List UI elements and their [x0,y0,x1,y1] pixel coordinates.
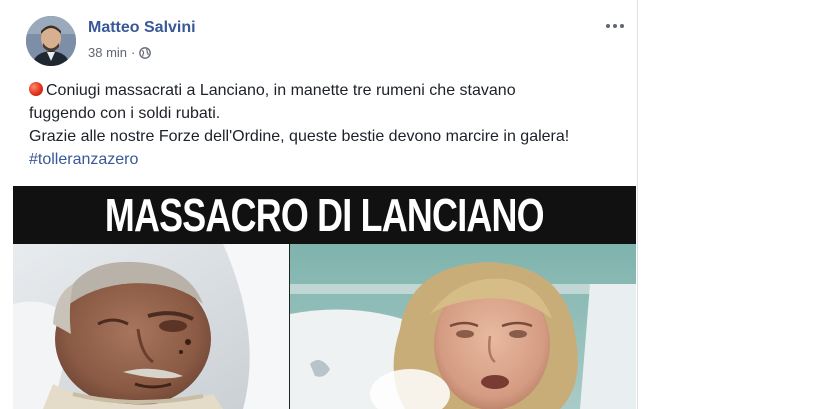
post-meta: 38 min · [88,45,152,60]
post-text-line: Coniugi massacrati a Lanciano, in manett… [29,79,629,102]
post-header: Matteo Salvini 38 min · [23,16,624,66]
photo-injured-woman [290,244,636,409]
post-text-line: fuggendo con i soldi rubati. [29,105,221,122]
author-name[interactable]: Matteo Salvini [88,19,196,37]
banner-title: MASSACRO DI LANCIANO [105,189,545,241]
hashtag-link: #tolleranzazero [29,151,139,168]
right-empty-pane [638,0,831,409]
meta-separator: · [131,45,136,60]
post-text-line: Grazie alle nostre Forze dell'Ordine, qu… [29,128,570,145]
dot [620,24,624,28]
avatar[interactable] [26,16,76,66]
globe-icon[interactable] [139,46,152,59]
dot [613,24,617,28]
post-text: Coniugi massacrati a Lanciano, in manett… [29,79,629,171]
red-circle-emoji [29,82,43,96]
photo-injured-man [13,244,289,409]
post-card: Matteo Salvini 38 min · Coniugi massacra… [0,0,638,409]
more-options-icon[interactable] [603,18,627,34]
timestamp[interactable]: 38 min [88,45,127,60]
post-image[interactable]: MASSACRO DI LANCIANO [13,186,636,409]
image-banner: MASSACRO DI LANCIANO [13,186,636,244]
dot [606,24,610,28]
